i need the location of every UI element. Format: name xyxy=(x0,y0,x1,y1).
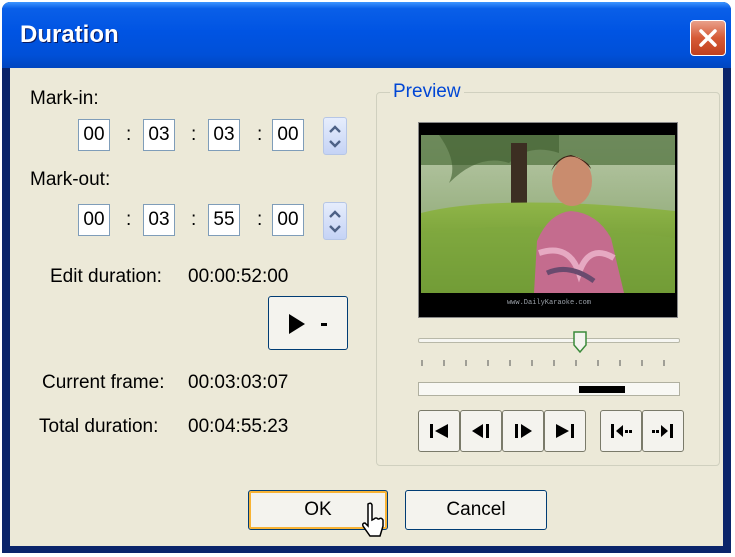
skip-to-start-icon xyxy=(430,424,448,438)
edit-duration-label: Edit duration: xyxy=(50,266,162,287)
mark-in-minutes-field[interactable]: 03 xyxy=(143,119,175,151)
go-to-mark-out-button[interactable] xyxy=(642,410,684,452)
mark-in-seconds-field[interactable]: 03 xyxy=(208,119,240,151)
mark-range-fill xyxy=(579,386,625,393)
position-slider-thumb[interactable] xyxy=(573,331,588,353)
close-button[interactable] xyxy=(690,20,726,56)
title-bar[interactable]: Duration xyxy=(2,2,731,68)
mark-out-spinner[interactable] xyxy=(323,202,347,240)
separator: : xyxy=(191,124,197,145)
slider-ticks xyxy=(421,360,665,366)
video-watermark: www.DailyKaraoke.com xyxy=(507,299,591,307)
video-preview: www.DailyKaraoke.com xyxy=(418,122,678,318)
current-frame-value: 00:03:03:07 xyxy=(188,372,289,393)
dialog-title: Duration xyxy=(20,21,119,48)
position-slider-track[interactable] xyxy=(418,338,680,343)
go-to-mark-out-icon xyxy=(652,424,673,438)
step-back-icon xyxy=(472,424,489,438)
video-frame: www.DailyKaraoke.com xyxy=(419,123,677,317)
go-to-start-button[interactable] xyxy=(418,410,460,452)
separator: : xyxy=(257,209,263,230)
duration-dialog: Duration Mark-in: 00 : 03 : 03 : 00 Mark… xyxy=(2,2,731,553)
spin-up-icon xyxy=(329,210,341,218)
separator: : xyxy=(191,209,197,230)
spin-down-icon xyxy=(329,225,341,233)
play-range-button[interactable] xyxy=(268,296,348,350)
edit-duration-value: 00:00:52:00 xyxy=(188,266,289,287)
mark-out-minutes-field[interactable]: 03 xyxy=(143,204,175,236)
previous-frame-button[interactable] xyxy=(460,410,502,452)
separator: : xyxy=(126,209,132,230)
total-duration-value: 00:04:55:23 xyxy=(188,416,289,437)
mark-range-bar xyxy=(418,382,680,396)
total-duration-label: Total duration: xyxy=(39,416,159,437)
go-to-mark-in-button[interactable] xyxy=(600,410,642,452)
mark-in-label: Mark-in: xyxy=(30,88,99,109)
preview-group-title: Preview xyxy=(390,81,464,103)
step-forward-icon xyxy=(515,424,532,438)
separator: : xyxy=(257,124,263,145)
mark-in-frames-field[interactable]: 00 xyxy=(272,119,304,151)
next-frame-button[interactable] xyxy=(502,410,544,452)
skip-to-end-icon xyxy=(556,424,574,438)
mark-out-hours-field[interactable]: 00 xyxy=(78,204,110,236)
close-icon xyxy=(699,29,717,47)
spin-down-icon xyxy=(329,140,341,148)
dialog-body: Mark-in: 00 : 03 : 03 : 00 Mark-out: 00 … xyxy=(10,68,723,546)
separator: : xyxy=(126,124,132,145)
go-to-end-button[interactable] xyxy=(544,410,586,452)
spin-up-icon xyxy=(329,125,341,133)
current-frame-label: Current frame: xyxy=(42,372,165,393)
mark-out-label: Mark-out: xyxy=(30,169,111,190)
play-icon xyxy=(289,314,327,334)
mark-out-seconds-field[interactable]: 55 xyxy=(208,204,240,236)
cancel-button[interactable]: Cancel xyxy=(405,490,547,530)
mark-in-spinner[interactable] xyxy=(323,117,347,155)
go-to-mark-in-icon xyxy=(611,424,632,438)
mark-out-frames-field[interactable]: 00 xyxy=(272,204,304,236)
mark-in-hours-field[interactable]: 00 xyxy=(78,119,110,151)
mouse-cursor-icon xyxy=(362,502,384,537)
